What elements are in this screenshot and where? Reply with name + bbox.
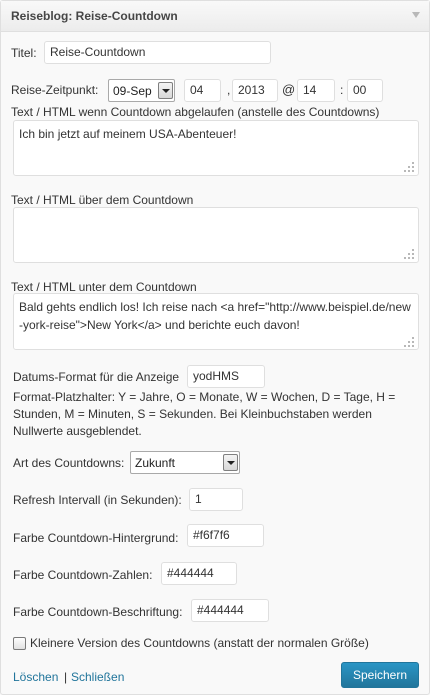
number-color-input[interactable]: #444444 — [161, 562, 237, 585]
type-dropdown-button[interactable] — [223, 454, 238, 471]
save-button[interactable]: Speichern — [341, 662, 419, 688]
chevron-down-icon — [227, 461, 235, 465]
below-text-area[interactable]: Bald gehts endlich los! Ich reise nach <… — [13, 293, 419, 350]
link-separator: | — [64, 670, 68, 684]
hour-input[interactable]: 14 — [297, 79, 335, 102]
date-label: Reise-Zeitpunkt: — [11, 83, 99, 97]
countdown-widget: Reiseblog: Reise-Countdown Titel: Reise-… — [0, 0, 430, 695]
day-input[interactable]: 04 — [184, 79, 221, 102]
resize-grip-icon[interactable] — [404, 337, 414, 347]
above-text-area[interactable] — [13, 207, 419, 263]
close-link[interactable]: Schließen — [71, 670, 124, 684]
small-version-label: Kleinere Version des Countdowns (anstatt… — [30, 636, 369, 650]
countdown-type-label: Art des Countdowns: — [13, 456, 125, 470]
format-input[interactable]: yodHMS — [187, 365, 265, 388]
title-input[interactable]: Reise-Countdown — [44, 41, 271, 64]
time-colon: : — [340, 83, 344, 97]
chevron-down-icon — [162, 89, 170, 93]
refresh-label: Refresh Intervall (in Sekunden): — [13, 493, 182, 507]
at-sign: @ — [282, 82, 296, 97]
caption-color-input[interactable]: #444444 — [191, 599, 269, 622]
minute-input[interactable]: 00 — [347, 79, 383, 102]
format-help-text: Format-Platzhalter: Y = Jahre, O = Monat… — [13, 390, 396, 438]
caption-color-label: Farbe Countdown-Beschriftung: — [13, 605, 183, 619]
resize-grip-icon[interactable] — [404, 162, 414, 172]
countdown-type-select[interactable]: Zukunft — [130, 451, 240, 474]
widget-title: Reiseblog: Reise-Countdown — [11, 9, 178, 23]
number-color-label: Farbe Countdown-Zahlen: — [13, 568, 153, 582]
refresh-input[interactable]: 1 — [189, 488, 243, 511]
widget-title-bar[interactable]: Reiseblog: Reise-Countdown — [1, 1, 429, 32]
date-separator: , — [227, 83, 231, 97]
expired-text-area[interactable]: Ich bin jetzt auf meinem USA-Abenteuer! — [13, 120, 419, 176]
collapse-arrow-icon[interactable] — [412, 12, 420, 18]
month-select-value: 09-Sep — [113, 84, 152, 98]
month-dropdown-button[interactable] — [158, 82, 173, 99]
delete-link[interactable]: Löschen — [13, 670, 58, 684]
bg-color-input[interactable]: #f6f7f6 — [187, 524, 264, 547]
bg-color-label: Farbe Countdown-Hintergrund: — [13, 531, 179, 545]
below-text-label: Text / HTML unter dem Countdown — [11, 280, 197, 294]
title-field-label: Titel: — [11, 46, 37, 60]
small-version-checkbox[interactable] — [13, 637, 26, 650]
format-label: Datums-Format für die Anzeige — [13, 370, 180, 384]
countdown-type-value: Zukunft — [135, 456, 176, 470]
month-select[interactable]: 09-Sep — [108, 79, 175, 102]
expired-text-label: Text / HTML wenn Countdown abgelaufen (a… — [11, 105, 380, 119]
year-input[interactable]: 2013 — [232, 79, 278, 102]
above-text-label: Text / HTML über dem Countdown — [11, 193, 194, 207]
resize-grip-icon[interactable] — [404, 249, 414, 259]
